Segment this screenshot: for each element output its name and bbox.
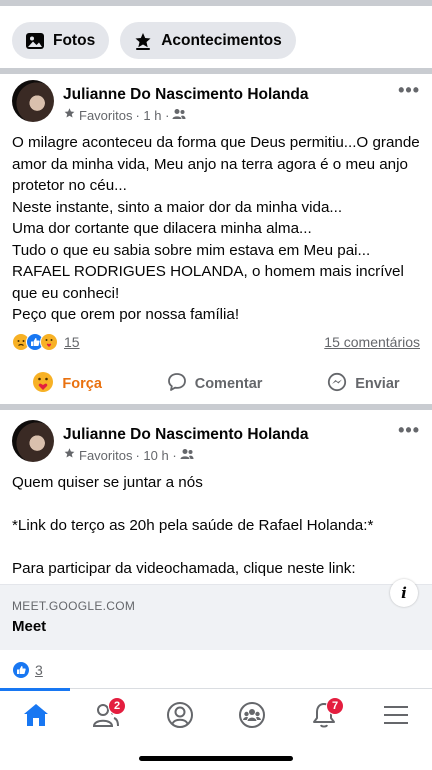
more-options-button[interactable]: ••• xyxy=(398,80,420,101)
post-actions: Força Comentar Enviar xyxy=(0,362,432,406)
profile-icon xyxy=(166,701,194,734)
care-button[interactable]: Força xyxy=(32,371,102,397)
groups-icon xyxy=(238,701,266,734)
reactions-summary: 15 15 comentários xyxy=(12,332,420,352)
info-icon[interactable]: i xyxy=(390,579,418,607)
notifications-badge: 7 xyxy=(326,697,344,715)
post-time[interactable]: · 1 h · xyxy=(135,108,169,123)
friends-audience-icon xyxy=(180,448,194,463)
post-author[interactable]: Julianne Do Nascimento Holanda xyxy=(63,426,308,444)
post-meta: Favoritos · 10 h · xyxy=(63,447,194,463)
avatar[interactable] xyxy=(12,420,54,462)
audience-label: Favoritos xyxy=(79,447,133,463)
tab-menu[interactable] xyxy=(376,701,416,733)
link-domain: MEET.GOOGLE.COM xyxy=(12,599,136,613)
comments-count[interactable]: 15 comentários xyxy=(324,334,420,350)
send-label: Enviar xyxy=(355,376,400,392)
active-tab-indicator xyxy=(0,688,70,691)
tab-friends[interactable]: 2 xyxy=(86,697,126,733)
post-author[interactable]: Julianne Do Nascimento Holanda xyxy=(63,86,308,104)
post-time[interactable]: · 10 h · xyxy=(135,448,176,463)
star-icon xyxy=(63,447,76,463)
post-text: O milagre aconteceu da forma que Deus pe… xyxy=(12,134,420,323)
filter-chips: Fotos Acontecimentos xyxy=(12,22,296,59)
top-divider xyxy=(0,0,432,6)
care-icon xyxy=(32,371,54,397)
audience-label: Favoritos xyxy=(79,107,133,123)
post-meta: Favoritos · 1 h · xyxy=(63,107,186,123)
events-chip[interactable]: Acontecimentos xyxy=(120,22,296,59)
home-indicator xyxy=(139,756,293,761)
send-button[interactable]: Enviar xyxy=(327,372,400,396)
comment-button[interactable]: Comentar xyxy=(167,372,263,396)
friends-audience-icon xyxy=(172,108,186,123)
reactions-summary: 3 xyxy=(12,660,43,680)
tab-profile[interactable] xyxy=(160,701,200,733)
reaction-count[interactable]: 15 xyxy=(64,334,80,350)
menu-icon xyxy=(383,704,409,731)
reaction-count[interactable]: 3 xyxy=(35,662,43,678)
tab-notifications[interactable]: 7 xyxy=(304,697,344,733)
link-title: Meet xyxy=(12,618,47,635)
care-reaction-icon xyxy=(40,333,58,351)
more-options-button[interactable]: ••• xyxy=(398,420,420,441)
star-icon xyxy=(63,107,76,123)
comment-label: Comentar xyxy=(194,376,263,392)
photos-icon xyxy=(24,30,46,52)
home-icon xyxy=(22,702,50,733)
avatar[interactable] xyxy=(12,80,54,122)
comment-icon xyxy=(167,372,187,396)
reaction-emojis[interactable] xyxy=(12,333,58,351)
like-reaction-icon[interactable] xyxy=(12,661,30,679)
tab-home[interactable] xyxy=(16,701,56,733)
photos-chip-label: Fotos xyxy=(53,31,96,49)
link-preview-card[interactable]: i MEET.GOOGLE.COM Meet xyxy=(0,579,432,650)
friends-badge: 2 xyxy=(108,697,126,715)
photos-chip[interactable]: Fotos xyxy=(12,22,110,59)
messenger-icon xyxy=(327,372,347,396)
events-chip-label: Acontecimentos xyxy=(161,31,282,49)
post-2: Julianne Do Nascimento Holanda Favoritos… xyxy=(0,410,432,688)
post-1: Julianne Do Nascimento Holanda Favoritos… xyxy=(0,74,432,404)
post-text: Quem quiser se juntar a nós *Link do ter… xyxy=(12,474,374,577)
life-event-icon xyxy=(132,30,154,52)
care-label: Força xyxy=(62,376,102,392)
tab-groups[interactable] xyxy=(232,701,272,733)
